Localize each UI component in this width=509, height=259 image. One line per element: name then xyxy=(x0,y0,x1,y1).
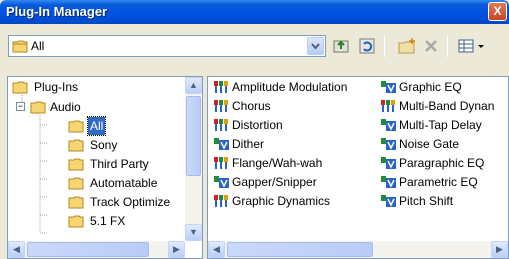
tree-horizontal-scrollbar[interactable]: ◀ ▶ xyxy=(8,241,185,258)
scroll-down-icon[interactable]: ▼ xyxy=(185,224,202,241)
new-folder-icon xyxy=(398,38,415,54)
view-menu-button[interactable] xyxy=(457,36,489,56)
folder-open-icon xyxy=(30,101,46,114)
plugin-label: Multi-Tap Delay xyxy=(399,118,482,132)
scroll-up-icon[interactable]: ▲ xyxy=(185,77,202,94)
plugin-label: Gapper/Snipper xyxy=(232,175,317,189)
scroll-thumb-horizontal[interactable] xyxy=(227,242,373,257)
view-menu-icon xyxy=(458,39,484,53)
plugin-label: Dither xyxy=(232,137,265,151)
folder-icon xyxy=(68,139,84,152)
plugin-label: Multi-Band Dynan xyxy=(399,99,495,113)
folder-open-icon xyxy=(12,81,28,94)
close-button[interactable]: X xyxy=(488,2,507,21)
plugin-label: Distortion xyxy=(232,118,283,132)
chevron-down-icon[interactable] xyxy=(307,37,324,55)
folder-tree[interactable]: Plug-Ins − Audio All Sony Third Party Au… xyxy=(7,76,203,259)
folder-combo[interactable]: All xyxy=(8,35,326,57)
plugin-label: Graphic Dynamics xyxy=(232,194,331,208)
plugin-label: Noise Gate xyxy=(399,137,460,151)
refresh-icon xyxy=(359,38,375,54)
delete-icon xyxy=(425,40,437,52)
scroll-left-icon[interactable]: ◀ xyxy=(208,241,225,258)
toolbar-separator-2 xyxy=(447,35,448,57)
plugin-label: Amplitude Modulation xyxy=(232,80,348,94)
delete-button[interactable] xyxy=(421,36,441,56)
refresh-button[interactable] xyxy=(357,36,377,56)
tree-vertical-scrollbar[interactable]: ▲ ▼ xyxy=(185,77,202,241)
new-folder-button[interactable] xyxy=(397,36,417,56)
plugin-label: Parametric EQ xyxy=(399,175,478,189)
toolbar: All xyxy=(0,24,509,62)
scroll-thumb[interactable] xyxy=(186,96,201,176)
scroll-right-icon[interactable]: ▶ xyxy=(168,241,185,258)
plugin-label: Pitch Shift xyxy=(399,194,454,208)
folder-icon xyxy=(68,196,84,209)
window-title: Plug-In Manager xyxy=(6,4,108,19)
up-folder-button[interactable] xyxy=(331,36,351,56)
plugin-horizontal-scrollbar[interactable]: ◀ ▶ xyxy=(208,241,508,258)
plugin-label: Chorus xyxy=(232,99,271,113)
folder-icon xyxy=(12,40,28,53)
combo-value: All xyxy=(31,39,45,53)
up-folder-icon xyxy=(333,40,349,53)
folder-icon xyxy=(68,215,84,228)
scroll-left-icon[interactable]: ◀ xyxy=(8,241,25,258)
plugin-label: Graphic EQ xyxy=(399,80,462,94)
folder-icon xyxy=(68,158,84,171)
plugin-list[interactable]: Amplitude Modulation Chorus Distortion D… xyxy=(207,76,509,259)
folder-open-icon xyxy=(68,120,84,133)
scroll-thumb-horizontal[interactable] xyxy=(27,242,149,257)
collapse-toggle[interactable]: − xyxy=(16,102,25,111)
scroll-right-icon[interactable]: ▶ xyxy=(491,241,508,258)
plugin-label: Flange/Wah-wah xyxy=(232,156,323,170)
title-bar: Plug-In Manager X xyxy=(0,0,509,24)
toolbar-separator xyxy=(384,35,385,57)
plugin-label: Paragraphic EQ xyxy=(399,156,485,170)
folder-icon xyxy=(68,177,84,190)
